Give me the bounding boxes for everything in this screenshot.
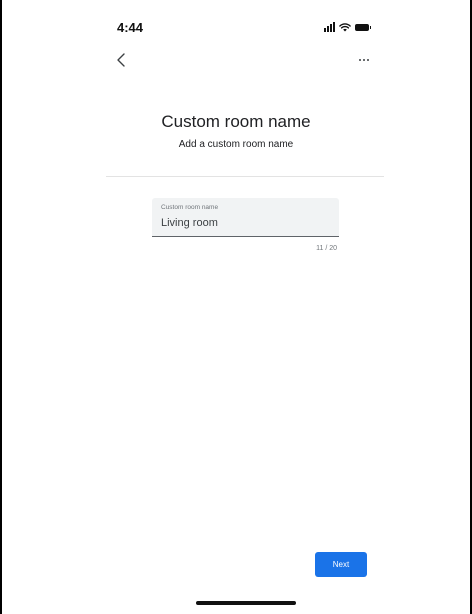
status-icons	[324, 20, 371, 34]
chevron-left-icon	[117, 53, 125, 67]
more-horizontal-icon	[359, 59, 369, 61]
home-indicator	[196, 601, 296, 605]
more-options-button[interactable]	[354, 52, 374, 66]
page-title: Custom room name	[161, 112, 311, 131]
battery-icon	[355, 23, 371, 31]
back-button[interactable]	[112, 50, 132, 70]
phone-screen: 4:44 Custom room name Add a custom room …	[0, 0, 472, 614]
character-counter: 11 / 20	[316, 245, 337, 252]
room-name-input[interactable]	[161, 217, 331, 229]
divider	[106, 176, 384, 177]
signal-icon	[324, 22, 335, 32]
wifi-icon	[339, 23, 351, 32]
page-subtitle: Add a custom room name	[178, 139, 294, 150]
room-name-field[interactable]: Custom room name	[152, 198, 339, 237]
status-time: 4:44	[117, 20, 144, 35]
next-button[interactable]: Next	[315, 552, 367, 577]
room-name-label: Custom room name	[161, 204, 219, 211]
